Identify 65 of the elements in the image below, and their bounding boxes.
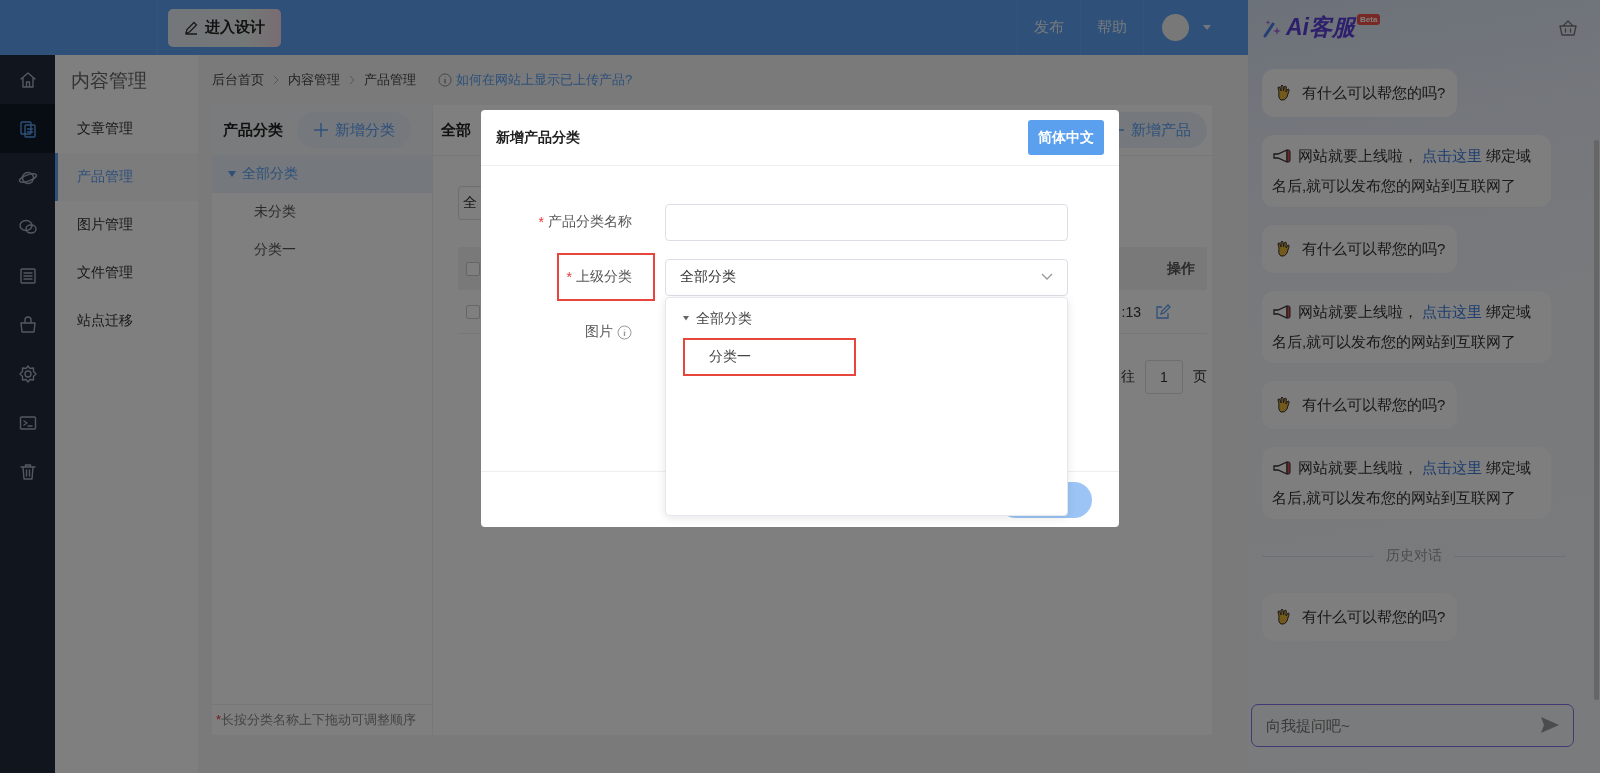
message-text: 网站就要上线啦， 点击这里 绑定域名后,就可以发布您的网站到互联网了 bbox=[1272, 458, 1532, 508]
pager-label: 页 bbox=[1193, 368, 1207, 386]
documents-icon bbox=[17, 118, 38, 139]
pager-label: 往 bbox=[1121, 368, 1135, 386]
breadcrumb-item[interactable]: 后台首页 bbox=[212, 71, 264, 89]
send-icon[interactable] bbox=[1540, 716, 1560, 734]
message-text: 有什么可以帮您的吗? bbox=[1302, 239, 1446, 259]
chevron-right-icon bbox=[348, 75, 356, 85]
input-field[interactable] bbox=[665, 203, 1068, 241]
link[interactable]: 点击这里 bbox=[1422, 303, 1482, 320]
message-text: 有什么可以帮您的吗? bbox=[1302, 395, 1446, 415]
breadcrumb-item[interactable]: 产品管理 bbox=[364, 71, 416, 89]
link[interactable]: 点击这里 bbox=[1422, 147, 1482, 164]
help-link[interactable]: 如何在网站上显示已上传产品? bbox=[456, 71, 633, 89]
chevron-down-icon[interactable] bbox=[1041, 273, 1053, 281]
tree-item[interactable]: 全部分类 bbox=[666, 304, 1067, 334]
breadcrumb-item[interactable]: 内容管理 bbox=[288, 71, 340, 89]
checkbox[interactable] bbox=[466, 261, 480, 276]
pencil-icon bbox=[184, 20, 199, 35]
list-icon bbox=[17, 265, 38, 286]
dialog-title: 新增产品分类 bbox=[496, 128, 580, 147]
bag-icon bbox=[17, 314, 38, 335]
info-icon bbox=[617, 324, 632, 340]
panel-title: 产品分类 bbox=[223, 120, 283, 140]
info-icon bbox=[438, 73, 452, 87]
message-text: 网站就要上线啦， 点击这里 绑定域名后,就可以发布您的网站到互联网了 bbox=[1272, 146, 1532, 196]
design-button[interactable]: 进入设计 bbox=[168, 8, 281, 47]
form-label: 图片 bbox=[575, 308, 655, 356]
megaphone-icon bbox=[1272, 460, 1292, 476]
column-header: 操作 bbox=[1167, 259, 1195, 278]
edit-icon[interactable] bbox=[1155, 303, 1171, 320]
tree-item[interactable]: 分类一 bbox=[212, 231, 432, 269]
menu-item[interactable]: 图片管理 bbox=[55, 201, 198, 249]
rail-item[interactable] bbox=[0, 104, 55, 153]
panel-title: 全部 bbox=[441, 120, 471, 140]
form-label: * 上级分类 bbox=[556, 253, 655, 301]
plus-icon bbox=[313, 122, 329, 138]
chat-input[interactable]: 向我提问吧~ bbox=[1251, 704, 1574, 747]
language-button[interactable]: 简体中文 bbox=[1028, 120, 1104, 155]
tree-item[interactable]: 全部分类 bbox=[212, 155, 432, 193]
beta-badge: Beta bbox=[1357, 14, 1381, 25]
caret-icon[interactable] bbox=[682, 316, 690, 322]
menu-item[interactable]: 文件管理 bbox=[55, 249, 198, 297]
menu-item[interactable]: 文章管理 bbox=[55, 105, 198, 153]
megaphone-icon bbox=[1272, 148, 1292, 164]
avatar[interactable] bbox=[1162, 14, 1189, 41]
menu-title: 内容管理 bbox=[70, 69, 148, 93]
checkbox[interactable] bbox=[466, 304, 480, 319]
add-category-button[interactable]: 新增分类 bbox=[297, 112, 411, 148]
tree-item[interactable]: 未分类 bbox=[212, 193, 432, 231]
message-text: 有什么可以帮您的吗? bbox=[1302, 83, 1446, 103]
message-text: 网站就要上线啦， 点击这里 绑定域名后,就可以发布您的网站到互联网了 bbox=[1272, 302, 1532, 352]
page-input[interactable]: 1 bbox=[1145, 360, 1183, 394]
megaphone-icon bbox=[1272, 304, 1292, 320]
select-field[interactable]: 全部分类 bbox=[665, 258, 1068, 296]
chevron-right-icon bbox=[272, 75, 280, 85]
settings-icon bbox=[17, 363, 38, 384]
message-text: 有什么可以帮您的吗? bbox=[1302, 607, 1446, 627]
table-cell: :13 bbox=[1121, 303, 1141, 320]
menu-item[interactable]: 站点迁移 bbox=[55, 297, 198, 345]
form-label: * 产品分类名称 bbox=[537, 212, 633, 232]
link[interactable]: 点击这里 bbox=[1422, 459, 1482, 476]
logo-text: Ai客服 bbox=[1286, 13, 1355, 42]
trash-icon bbox=[17, 461, 38, 482]
tree-item[interactable]: 分类一 bbox=[683, 338, 856, 376]
